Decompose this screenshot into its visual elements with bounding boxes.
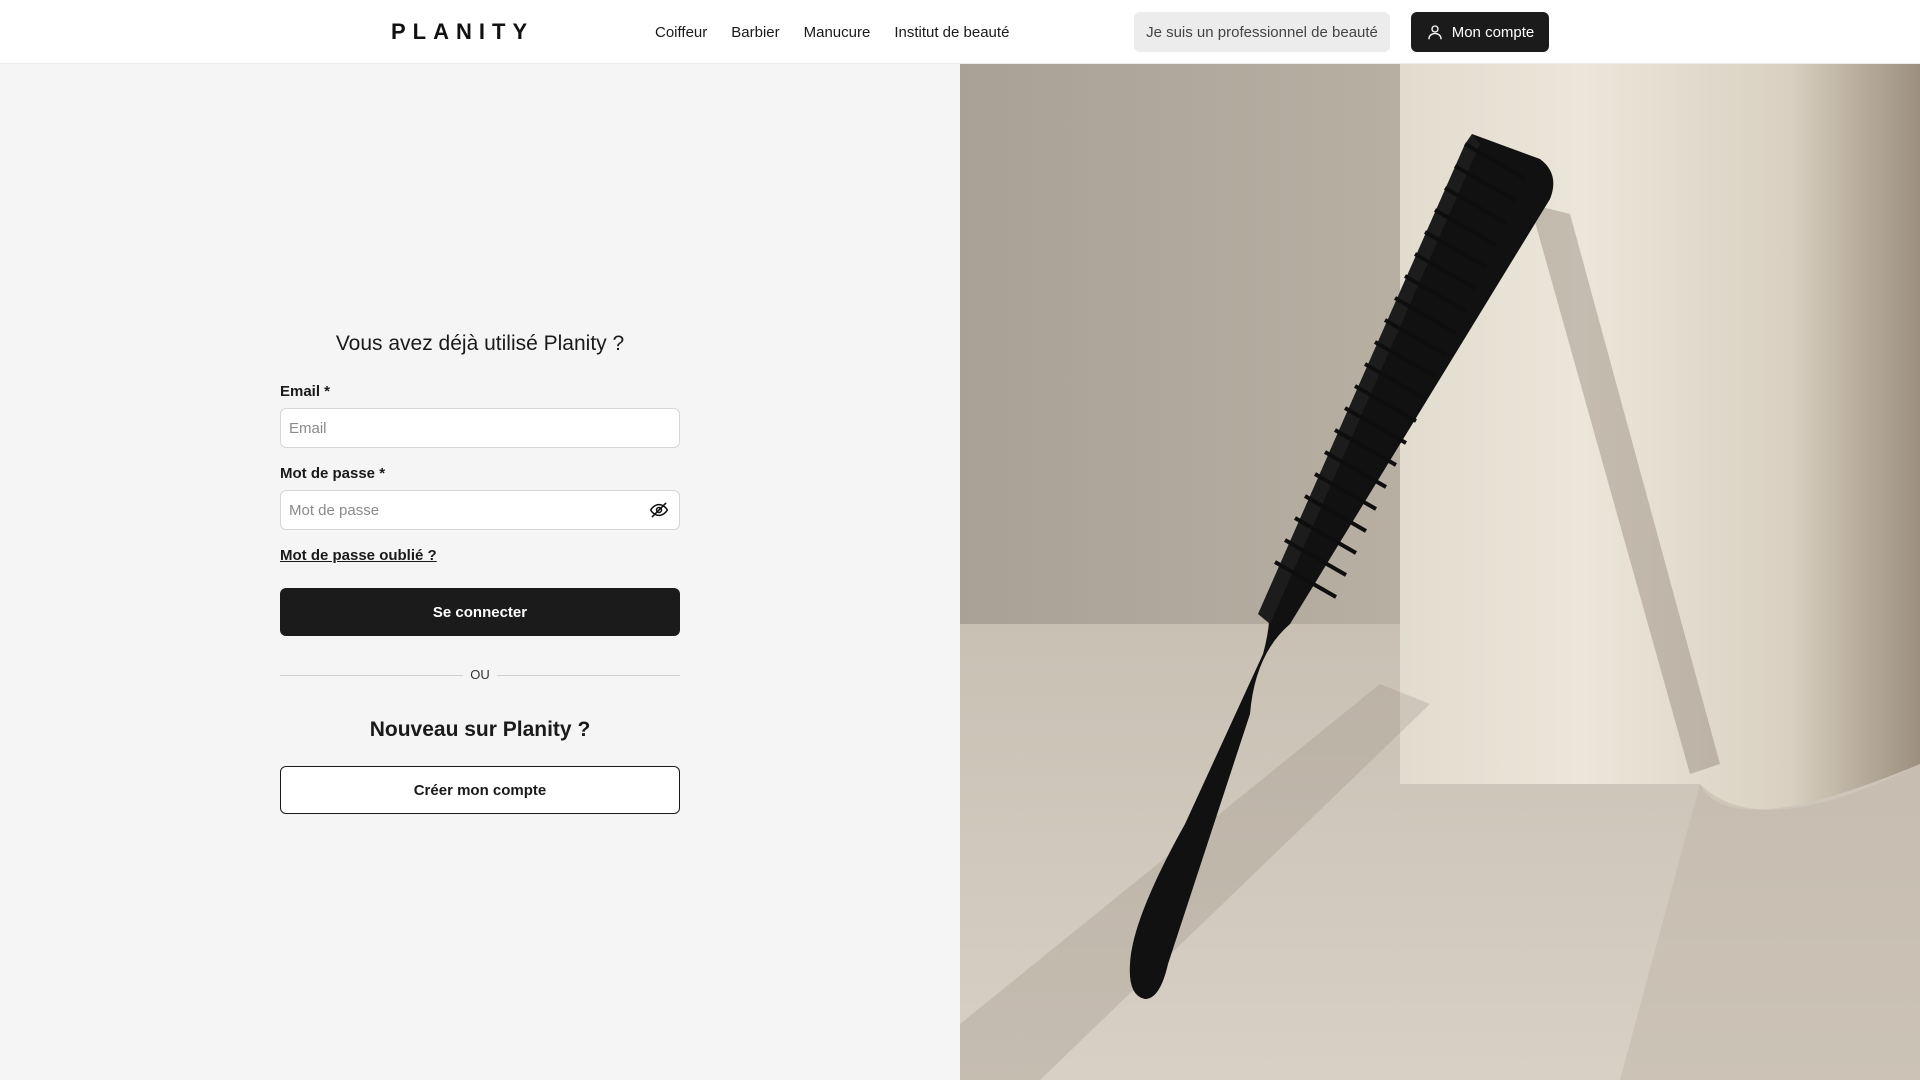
eye-off-icon[interactable] — [649, 500, 669, 520]
planity-logo[interactable]: PLANITY — [391, 19, 534, 45]
top-header: PLANITY Coiffeur Barbier Manucure Instit… — [0, 0, 1920, 64]
create-account-button[interactable]: Créer mon compte — [280, 766, 680, 814]
or-separator: OU — [280, 667, 680, 682]
forgot-password-link[interactable]: Mot de passe oublié ? — [280, 547, 437, 564]
account-label: Mon compte — [1451, 23, 1535, 41]
pro-button[interactable]: Je suis un professionnel de beauté — [1134, 12, 1390, 52]
email-label: Email * — [280, 383, 331, 400]
login-button[interactable]: Se connecter — [280, 588, 680, 636]
login-panel: Vous avez déjà utilisé Planity ? Email *… — [0, 64, 960, 1080]
comb-photo — [960, 64, 1920, 1080]
user-icon — [1428, 25, 1442, 40]
account-button[interactable]: Mon compte — [1411, 12, 1549, 52]
email-field[interactable] — [280, 408, 680, 448]
main-nav: Coiffeur Barbier Manucure Institut de be… — [655, 0, 1009, 64]
nav-coiffeur[interactable]: Coiffeur — [655, 24, 707, 41]
nav-institut[interactable]: Institut de beauté — [894, 24, 1009, 41]
separator-line-left — [280, 675, 463, 676]
comb-illustration — [960, 64, 1920, 1080]
login-title: Vous avez déjà utilisé Planity ? — [335, 332, 625, 355]
password-label: Mot de passe * — [280, 465, 386, 482]
nav-manucure[interactable]: Manucure — [804, 24, 871, 41]
separator-line-right — [497, 675, 680, 676]
nav-barbier[interactable]: Barbier — [731, 24, 779, 41]
password-field[interactable] — [280, 490, 680, 530]
signup-title: Nouveau sur Planity ? — [369, 718, 591, 741]
separator-text: OU — [470, 667, 490, 682]
